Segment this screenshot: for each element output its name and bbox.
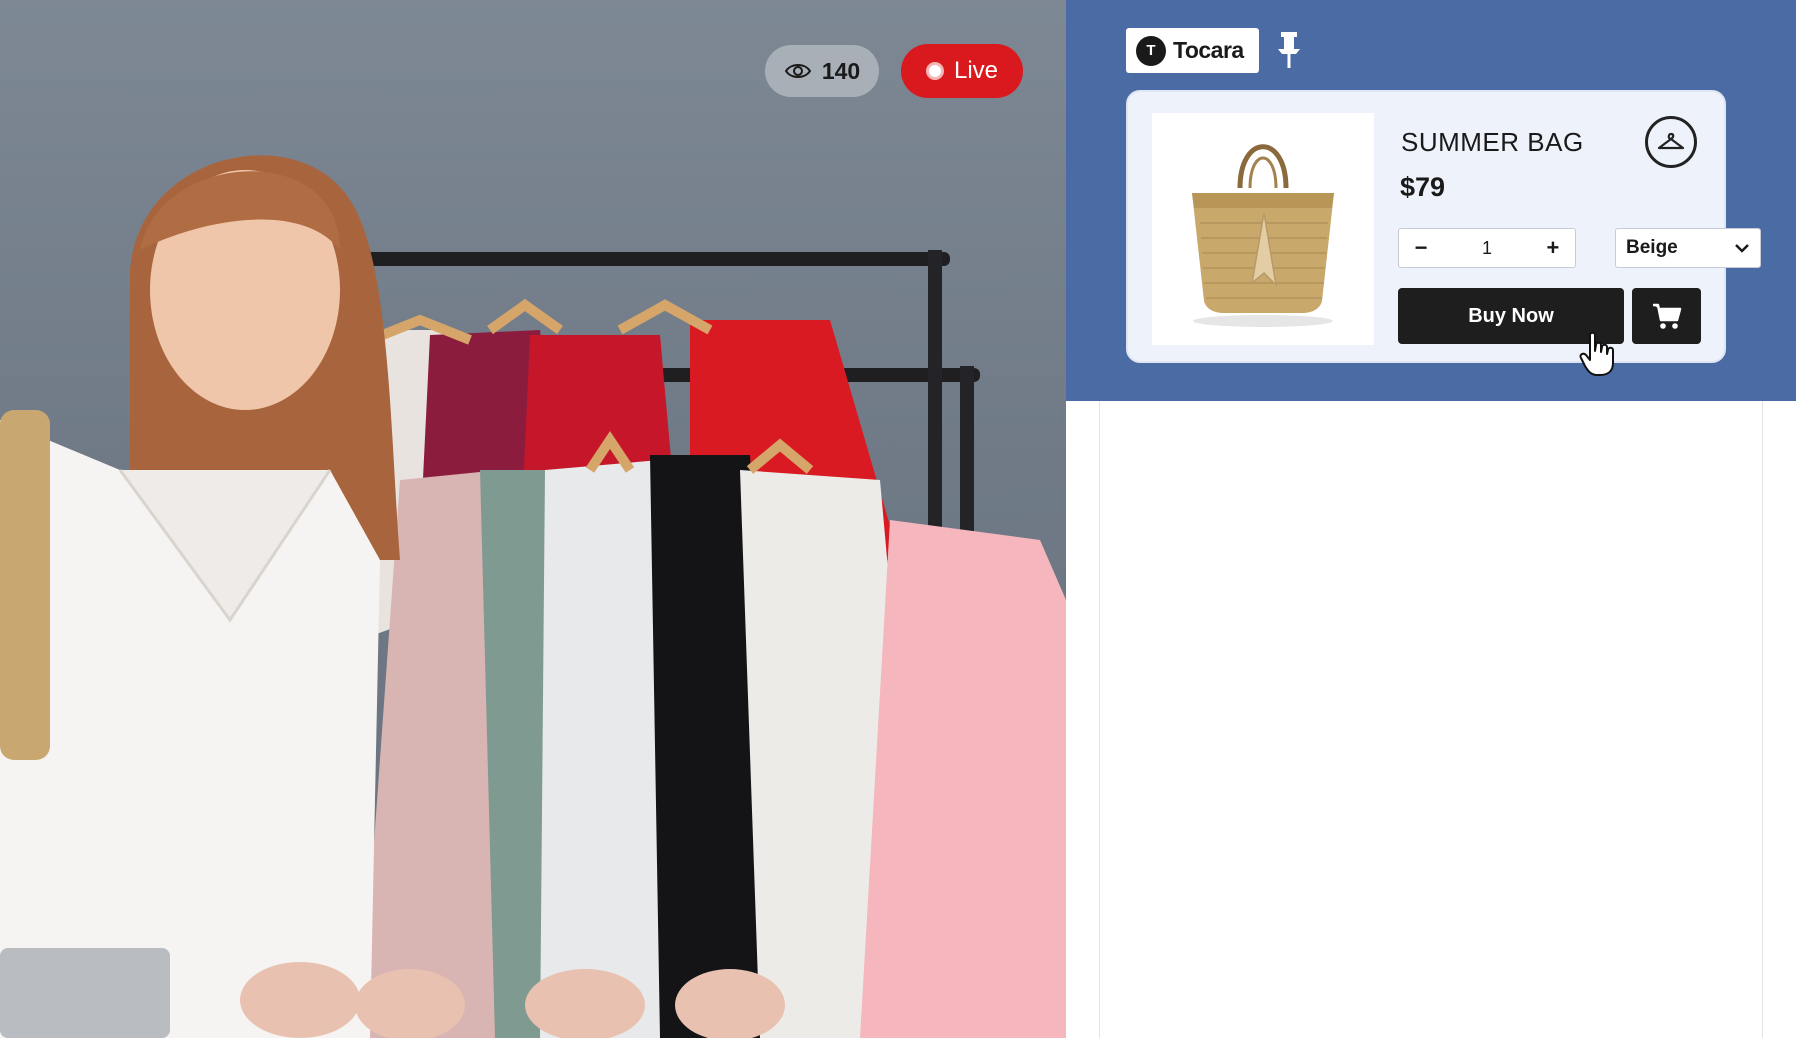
chevron-down-icon [1735, 244, 1749, 253]
brand-name: Tocara [1173, 37, 1244, 63]
cart-icon [1652, 303, 1681, 329]
product-panel: T Tocara SUMMER BAG $79 − 1 + Beige Buy … [1066, 0, 1796, 401]
quantity-value: 1 [1481, 237, 1492, 258]
eye-icon [784, 64, 811, 78]
add-to-cart-button[interactable] [1632, 288, 1701, 344]
record-dot-icon [925, 62, 944, 80]
live-label: Live [953, 57, 999, 84]
pin-icon[interactable] [1276, 30, 1302, 70]
quantity-stepper[interactable]: − 1 + [1398, 228, 1576, 268]
increment-button[interactable]: + [1541, 235, 1565, 261]
product-price: $79 [1400, 172, 1446, 202]
viewer-count: 140 [821, 57, 861, 84]
product-title: SUMMER BAG [1401, 127, 1584, 157]
variant-select[interactable]: Beige [1615, 228, 1761, 268]
chat-area [1099, 401, 1763, 1038]
live-video[interactable]: 140 Live [0, 0, 1066, 1038]
video-frame [0, 155, 1066, 1038]
variant-selected: Beige [1626, 237, 1678, 258]
product-image[interactable] [1152, 113, 1374, 345]
bag-image [1192, 144, 1334, 327]
brand-logo: T Tocara [1126, 28, 1259, 73]
decrement-button[interactable]: − [1409, 235, 1433, 261]
live-badge: Live [901, 44, 1023, 98]
brand-mark: T [1136, 35, 1166, 66]
product-card: SUMMER BAG $79 − 1 + Beige Buy Now [1126, 90, 1761, 363]
viewer-count-badge: 140 [765, 45, 879, 97]
hanger-icon[interactable] [1645, 116, 1697, 168]
hand-cursor-icon [1579, 331, 1614, 376]
